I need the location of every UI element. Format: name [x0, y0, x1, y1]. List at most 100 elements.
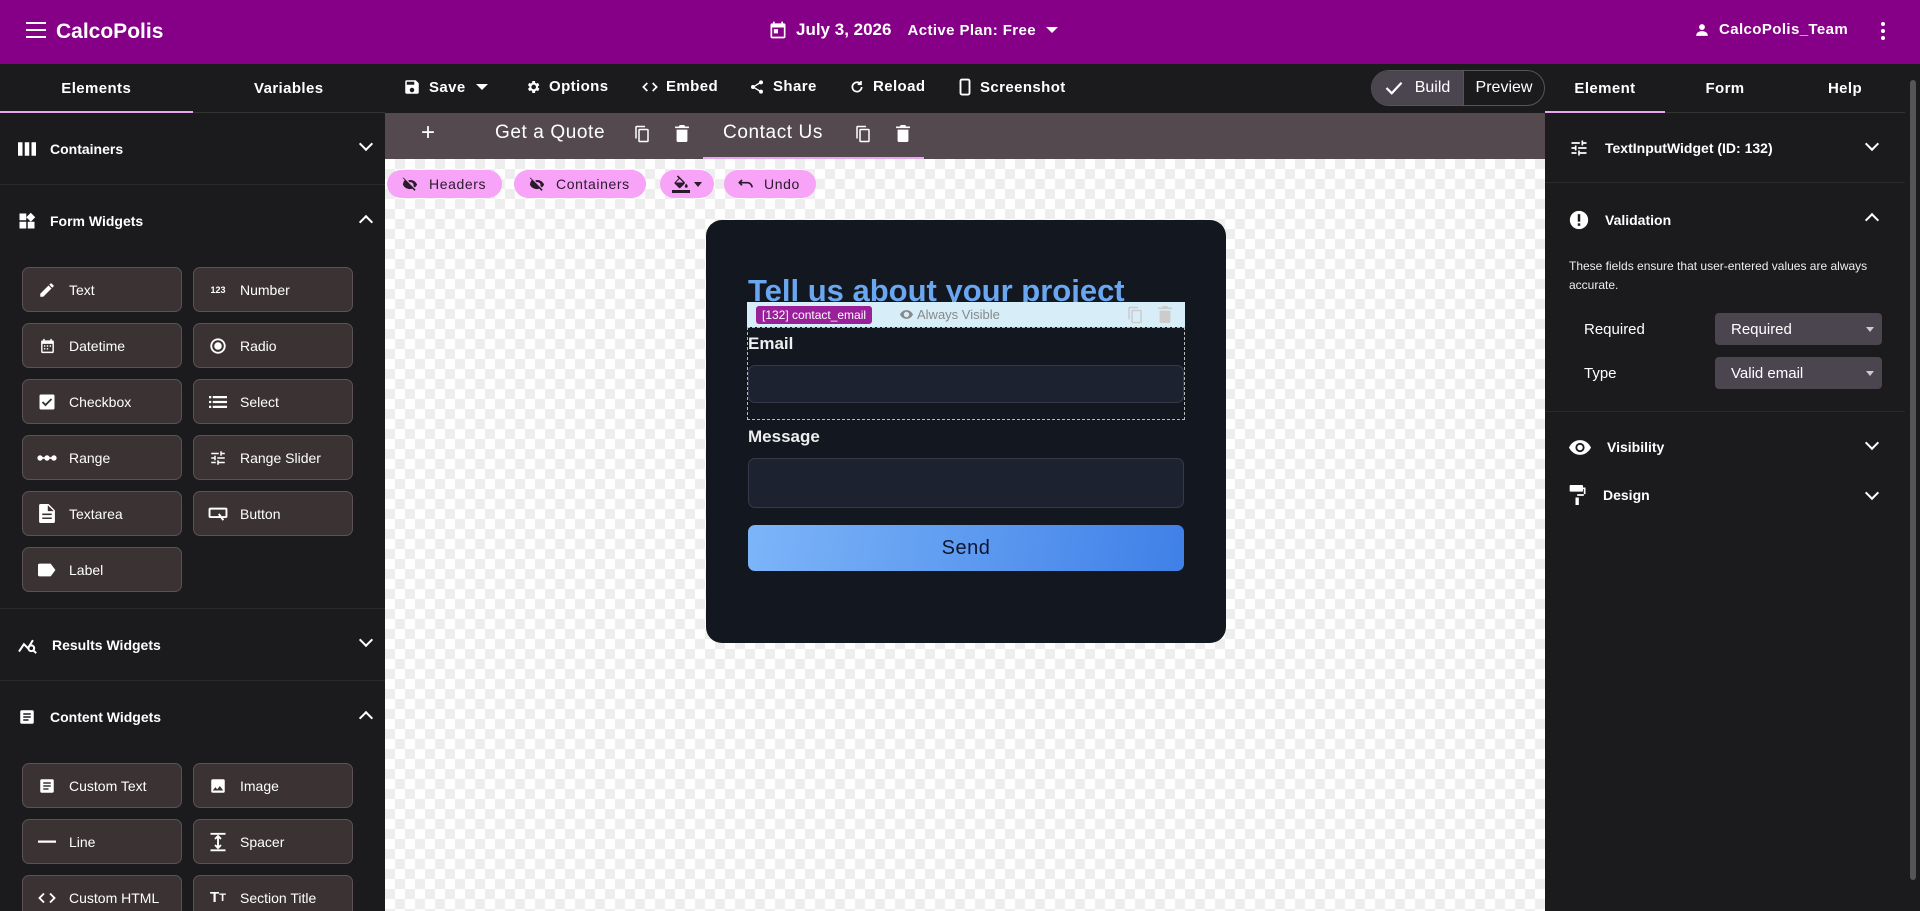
widget-label: Range — [69, 449, 111, 466]
widget-line[interactable]: Line — [22, 819, 182, 864]
section-results-widgets[interactable]: Results Widgets — [0, 609, 385, 681]
selected-widget-visibility[interactable]: Always Visible — [900, 307, 1000, 322]
validation-header[interactable]: Validation — [1545, 183, 1905, 257]
copy-icon[interactable] — [1127, 306, 1143, 324]
widget-custom-text[interactable]: Custom Text — [22, 763, 182, 808]
person-icon — [1696, 23, 1708, 36]
form-title[interactable]: Tell us about your project — [748, 273, 1143, 303]
headers-visibility-chip[interactable]: Headers — [387, 170, 503, 198]
visibility-off-icon — [529, 177, 545, 191]
tab-help[interactable]: Help — [1785, 64, 1905, 112]
section-title: Content Widgets — [50, 709, 162, 725]
page-scrollbar-thumb[interactable] — [1910, 80, 1916, 880]
widget-label: Textarea — [69, 505, 123, 522]
share-button[interactable]: Share — [749, 78, 817, 95]
embed-label: Embed — [666, 78, 719, 95]
send-button[interactable]: Send — [748, 525, 1184, 571]
caret-down-icon[interactable] — [1045, 27, 1058, 33]
widget-button[interactable]: Button — [193, 491, 353, 536]
radio-icon — [208, 336, 228, 356]
visibility-title: Visibility — [1607, 439, 1665, 455]
type-select[interactable]: Valid email — [1715, 357, 1882, 389]
code-icon — [37, 888, 57, 908]
screenshot-button[interactable]: Screenshot — [958, 78, 1066, 96]
widget-select[interactable]: Select — [193, 379, 353, 424]
widget-range-slider[interactable]: Range Slider — [193, 435, 353, 480]
delete-icon[interactable] — [896, 125, 910, 142]
widget-radio[interactable]: Radio — [193, 323, 353, 368]
phone-screenshot-icon — [959, 78, 971, 96]
section-form-widgets[interactable]: Form Widgets — [0, 185, 385, 257]
page-tab-contact-us[interactable]: Contact Us — [723, 122, 823, 144]
form-widgets-grid: Text 123 Number Datetime Radio Checkbox S… — [0, 257, 385, 609]
widget-properties-header[interactable]: TextInputWidget (ID: 132) — [1545, 113, 1905, 183]
chip-label: Headers — [429, 176, 487, 192]
widget-label-item[interactable]: Label — [22, 547, 182, 592]
section-containers[interactable]: Containers — [0, 113, 385, 185]
inspector-panel: TextInputWidget (ID: 132) Validation The… — [1545, 113, 1905, 911]
top-app-bar: CalcoPolis July 3, 2026 Active Plan: Fre… — [0, 0, 1920, 64]
widget-range[interactable]: Range — [22, 435, 182, 480]
widget-custom-html[interactable]: Custom HTML — [22, 875, 182, 911]
user-menu[interactable]: CalcoPolis_Team — [1695, 21, 1848, 38]
more-vert-icon[interactable] — [1880, 22, 1886, 42]
delete-icon[interactable] — [675, 125, 689, 142]
caret-down-icon — [475, 84, 488, 90]
tab-elements[interactable]: Elements — [0, 64, 193, 113]
build-toggle-button[interactable]: Build — [1372, 71, 1463, 105]
visibility-header[interactable]: Visibility — [1545, 412, 1905, 482]
add-page-button[interactable]: + — [421, 119, 436, 147]
selected-widget-tag[interactable]: [132] contact_email — [756, 306, 873, 324]
options-label: Options — [549, 78, 609, 95]
required-select[interactable]: Required — [1715, 313, 1882, 345]
tab-variables[interactable]: Variables — [193, 64, 386, 112]
widget-image[interactable]: Image — [193, 763, 353, 808]
chevron-up-icon — [358, 214, 374, 230]
format-color-fill-icon — [672, 175, 690, 193]
embed-button[interactable]: Embed — [642, 78, 718, 95]
vertical-spacer-icon — [208, 832, 228, 852]
copy-icon[interactable] — [855, 125, 871, 143]
type-label: Type — [1584, 364, 1617, 382]
design-header[interactable]: Design — [1545, 482, 1905, 508]
left-panel-tabs: Elements Variables — [0, 64, 385, 113]
menu-icon[interactable] — [26, 22, 46, 40]
article-icon — [37, 776, 57, 796]
widget-textarea[interactable]: Textarea — [22, 491, 182, 536]
tab-element[interactable]: Element — [1545, 64, 1665, 113]
paint-roller-icon — [1569, 485, 1586, 505]
section-title: Containers — [50, 140, 124, 157]
widget-label: Section Title — [240, 889, 317, 906]
widget-checkbox[interactable]: Checkbox — [22, 379, 182, 424]
options-button[interactable]: Options — [525, 78, 608, 95]
build-label: Build — [1414, 79, 1451, 96]
widget-label: Image — [240, 777, 279, 794]
widget-spacer[interactable]: Spacer — [193, 819, 353, 864]
undo-chip[interactable]: Undo — [724, 170, 816, 198]
email-input[interactable] — [748, 365, 1184, 403]
fill-color-chip[interactable] — [660, 170, 714, 198]
section-content-widgets[interactable]: Content Widgets — [0, 681, 385, 753]
preview-toggle-button[interactable]: Preview — [1463, 71, 1544, 105]
delete-icon[interactable] — [1158, 306, 1172, 323]
page-tab-get-a-quote[interactable]: Get a Quote — [495, 122, 605, 144]
save-button[interactable]: Save — [403, 78, 488, 96]
widget-label: Line — [69, 833, 96, 850]
containers-visibility-chip[interactable]: Containers — [514, 170, 646, 198]
horizontal-line-icon — [37, 832, 57, 852]
active-plan-dropdown[interactable]: Active Plan: Free — [907, 22, 1036, 39]
page-tabs: + Get a Quote Contact Us — [385, 113, 1545, 159]
message-textarea[interactable] — [748, 458, 1184, 508]
widget-section-title[interactable]: T T Section Title — [193, 875, 353, 911]
code-icon — [642, 81, 658, 92]
reload-button[interactable]: Reload — [849, 78, 925, 95]
number-icon: 123 — [210, 284, 226, 295]
widget-label: Select — [240, 393, 279, 410]
widget-text[interactable]: Text — [22, 267, 182, 312]
tab-form[interactable]: Form — [1665, 64, 1785, 112]
copy-icon[interactable] — [634, 125, 650, 143]
widget-number[interactable]: 123 Number — [193, 267, 353, 312]
widget-datetime[interactable]: Datetime — [22, 323, 182, 368]
list-icon — [208, 392, 228, 412]
validation-title: Validation — [1605, 212, 1672, 228]
